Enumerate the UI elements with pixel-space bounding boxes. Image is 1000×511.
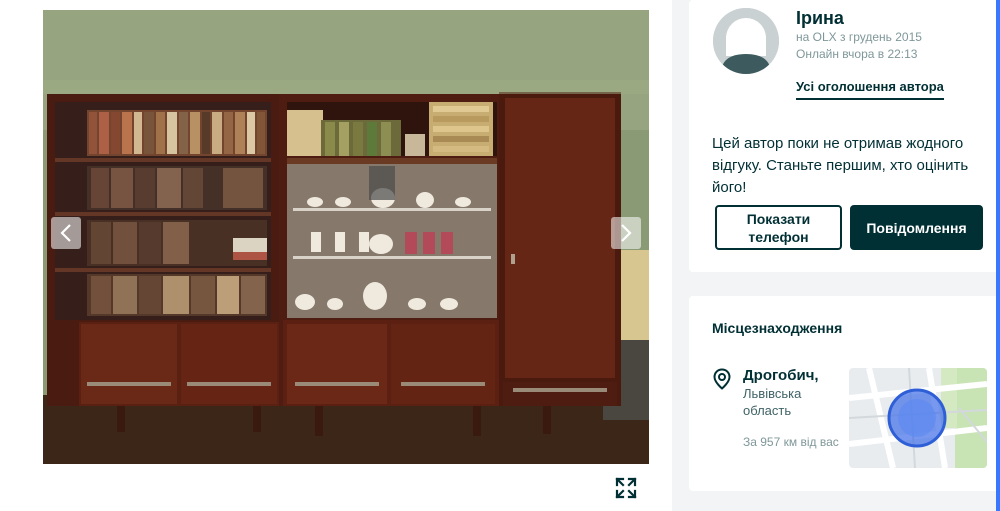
chevron-right-icon [621,224,632,242]
all-ads-link[interactable]: Усі оголошення автора [796,79,944,100]
no-reviews-text: Цей автор поки не отримав жодного відгук… [712,135,969,196]
gallery-card [0,0,672,511]
location-pin-icon [713,368,731,390]
last-online: Онлайн вчора в 22:13 [796,47,918,61]
seller-card: Ірина на OLX з грудень 2015 Онлайн вчора… [689,0,1000,272]
listing-photo[interactable] [43,10,649,464]
member-since: на OLX з грудень 2015 [796,30,922,44]
location-map[interactable] [849,368,987,468]
message-button[interactable]: Повідомлення [850,205,983,250]
scroll-edge-indicator [996,0,1000,511]
gallery-next-button[interactable] [611,217,641,249]
location-distance: За 957 км від вас [743,435,839,449]
seller-name: Ірина [796,8,844,28]
gallery-prev-button[interactable] [51,217,81,249]
location-card: Місцезнаходження Дрогобич, Львівська обл… [689,296,1000,491]
chevron-left-icon [60,224,71,242]
show-phone-button[interactable]: Показати телефон [715,205,842,250]
location-region: Львівська область [743,386,802,418]
fullscreen-button[interactable] [612,474,640,502]
location-title: Місцезнаходження [712,320,843,336]
user-avatar-icon [713,8,779,74]
photo-illustration [43,10,649,464]
map-thumbnail [849,368,987,468]
expand-icon [615,477,637,499]
location-city: Дрогобич, [743,367,819,384]
avatar[interactable] [713,8,779,74]
